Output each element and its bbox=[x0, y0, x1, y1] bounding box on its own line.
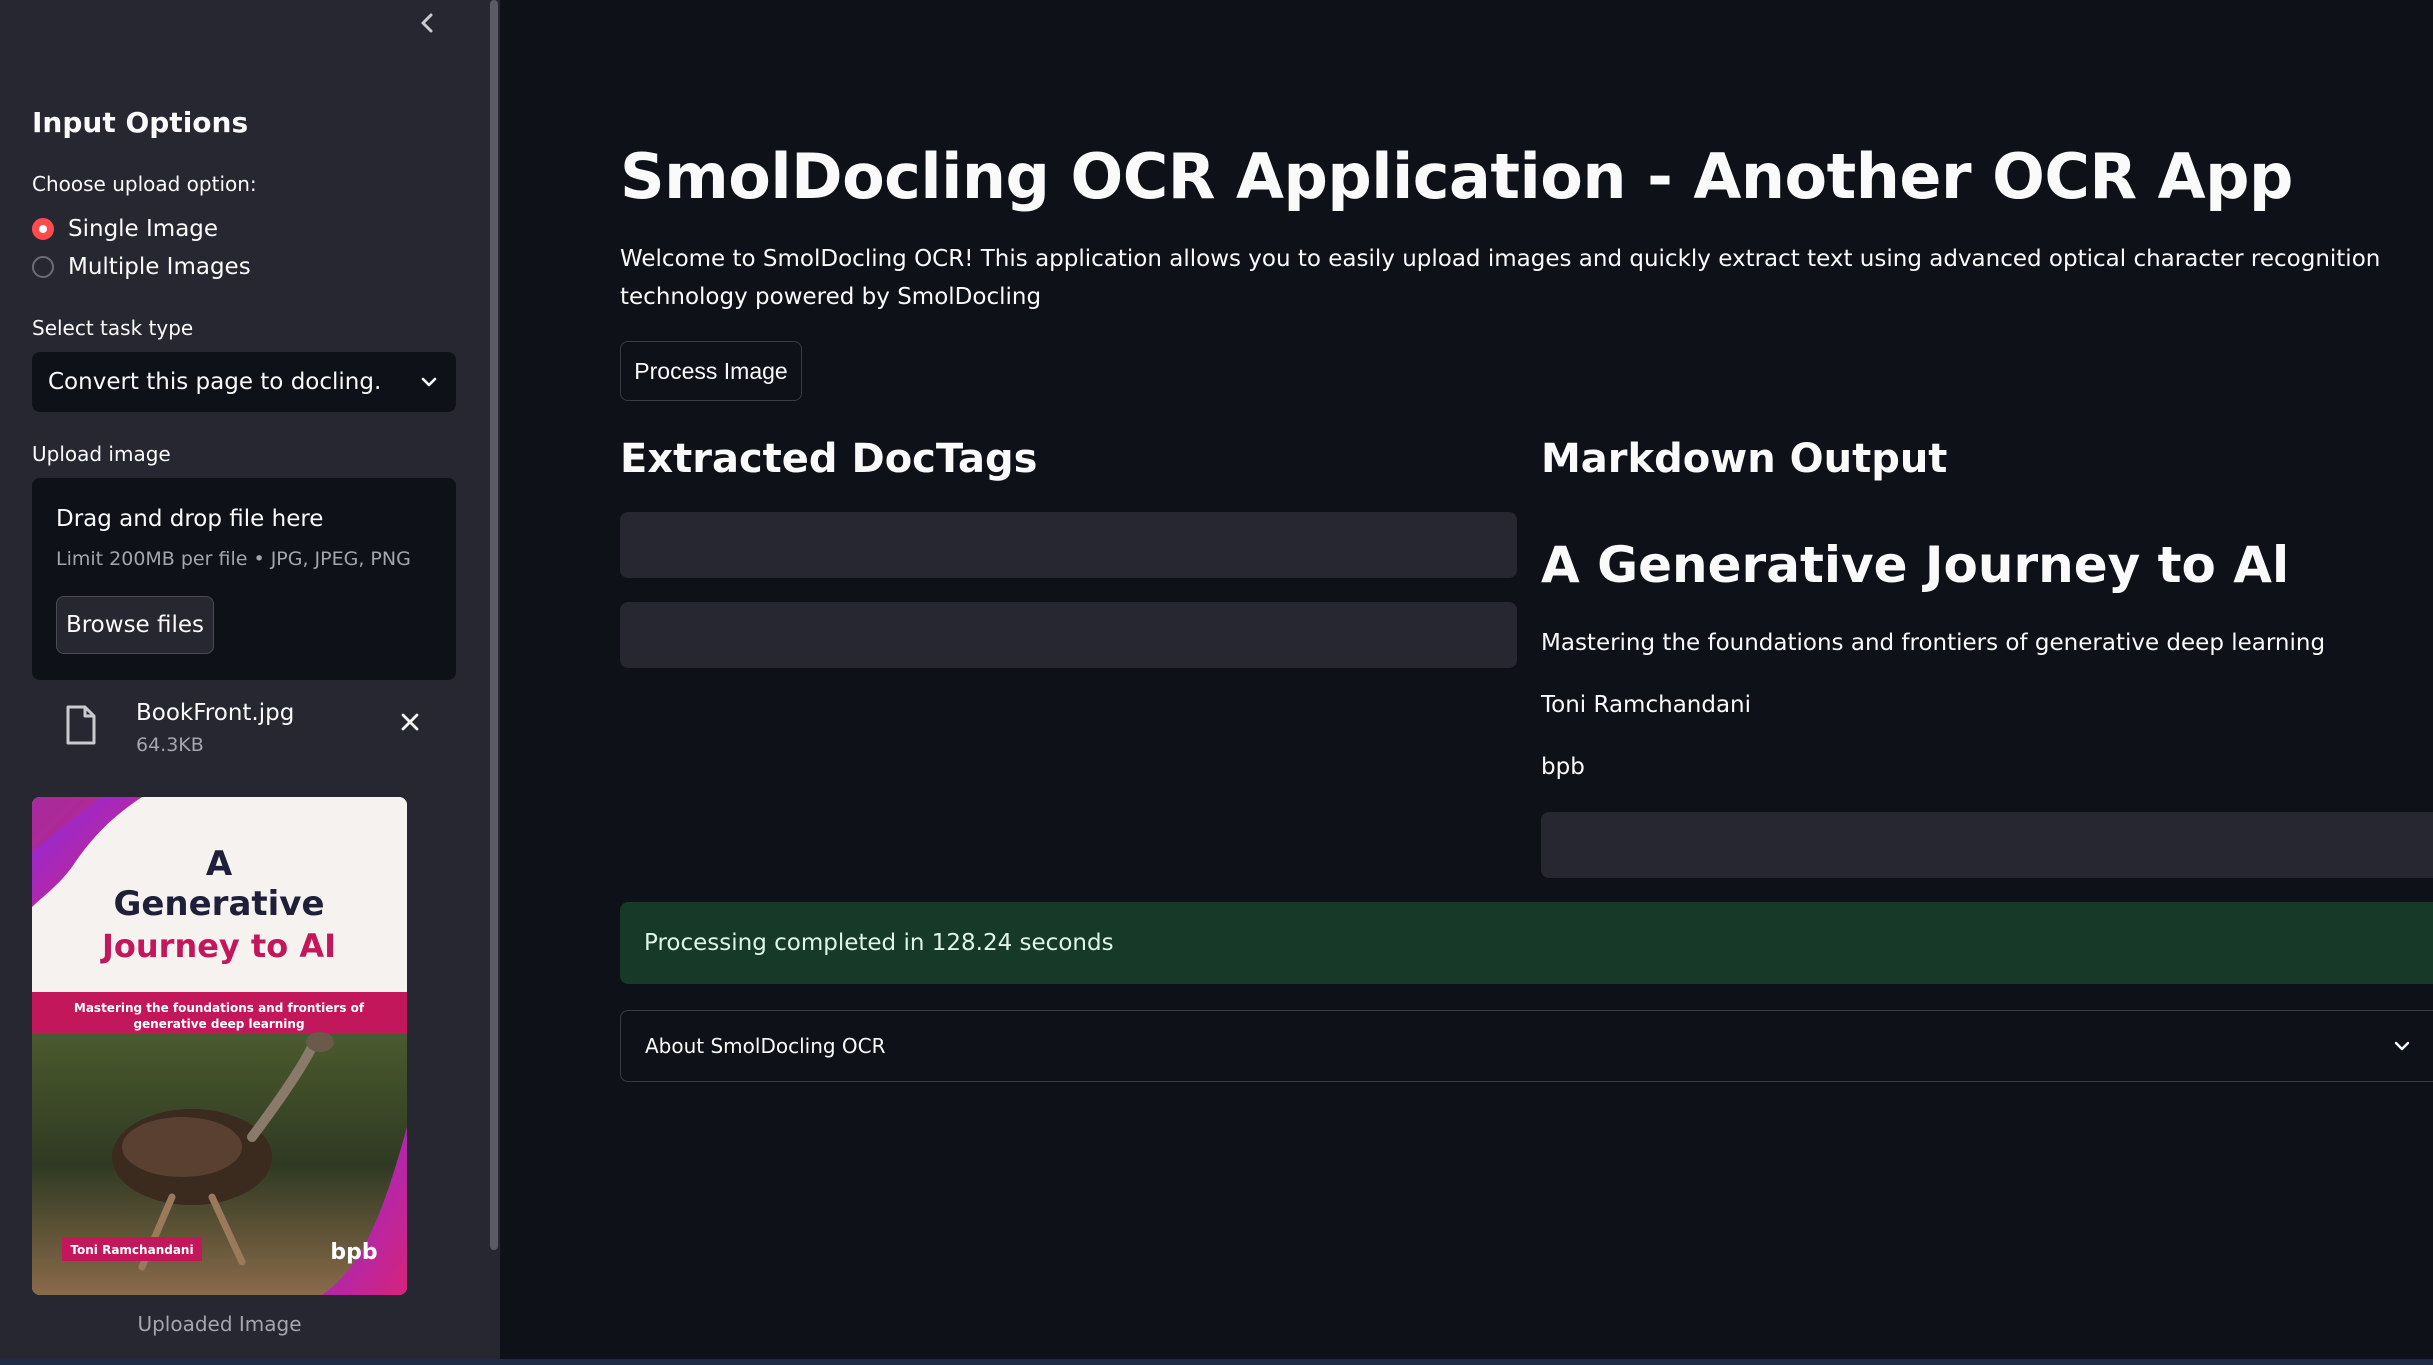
upload-option-label: Choose upload option: bbox=[32, 172, 257, 196]
markdown-paragraph: bpb bbox=[1541, 754, 1585, 780]
success-message: Processing completed in 128.24 seconds bbox=[644, 930, 1114, 956]
radio-unchecked-icon bbox=[32, 256, 54, 278]
uploaded-book-image: A Generative Journey to AI Mastering the… bbox=[32, 797, 407, 1295]
upload-image-label: Upload image bbox=[32, 442, 171, 466]
task-type-value: Convert this page to docling. bbox=[48, 369, 382, 395]
radio-single-image[interactable]: Single Image bbox=[32, 216, 218, 242]
radio-label: Single Image bbox=[68, 216, 219, 242]
chevron-down-icon bbox=[2394, 1041, 2410, 1051]
book-publisher: bpb bbox=[330, 1240, 377, 1265]
sidebar: Input Options Choose upload option: Sing… bbox=[0, 0, 500, 1365]
markdown-paragraph: Mastering the foundations and frontiers … bbox=[1541, 630, 2326, 656]
book-title-line1: A bbox=[206, 844, 233, 884]
page-title: SmolDocling OCR Application - Another OC… bbox=[620, 140, 2293, 213]
doctags-heading: Extracted DocTags bbox=[620, 436, 1038, 482]
collapse-sidebar-button[interactable] bbox=[412, 6, 442, 40]
markdown-heading: Markdown Output bbox=[1541, 436, 1948, 482]
markdown-paragraph: Toni Ramchandani bbox=[1541, 692, 1752, 718]
file-name: BookFront.jpg bbox=[136, 700, 295, 726]
process-image-button[interactable]: Process Image bbox=[620, 341, 802, 401]
book-title-line3: Journey to AI bbox=[100, 927, 336, 965]
success-alert: Processing completed in 128.24 seconds bbox=[620, 902, 2433, 984]
file-dropzone[interactable]: Drag and drop file here Limit 200MB per … bbox=[32, 478, 456, 680]
svg-text:Mastering the foundations and: Mastering the foundations and frontiers … bbox=[74, 1001, 365, 1015]
sidebar-title: Input Options bbox=[32, 106, 249, 139]
file-icon bbox=[66, 705, 96, 745]
bottom-border bbox=[0, 1359, 2433, 1365]
task-type-select[interactable]: Convert this page to docling. bbox=[32, 352, 456, 412]
book-cover-image: A Generative Journey to AI Mastering the… bbox=[32, 797, 407, 1295]
chevron-left-icon bbox=[421, 13, 433, 33]
book-title-line2: Generative bbox=[113, 884, 324, 924]
dropzone-title: Drag and drop file here bbox=[56, 506, 324, 532]
book-author: Toni Ramchandani bbox=[70, 1243, 193, 1257]
radio-checked-icon bbox=[32, 218, 54, 240]
radio-label: Multiple Images bbox=[68, 254, 251, 280]
sidebar-scrollbar[interactable] bbox=[490, 0, 498, 1250]
chevron-down-icon bbox=[421, 377, 437, 387]
svg-text:generative deep learning: generative deep learning bbox=[133, 1017, 304, 1031]
doctags-code-block bbox=[620, 602, 1517, 668]
task-type-label: Select task type bbox=[32, 316, 194, 340]
markdown-code-block bbox=[1541, 812, 2433, 878]
markdown-title: A Generative Journey to Al bbox=[1541, 536, 2290, 594]
doctags-code-block bbox=[620, 512, 1517, 578]
dropzone-limit: Limit 200MB per file • JPG, JPEG, PNG bbox=[56, 548, 411, 570]
welcome-text: Welcome to SmolDocling OCR! This applica… bbox=[620, 246, 2381, 310]
file-size: 64.3KB bbox=[136, 734, 204, 756]
radio-multiple-images[interactable]: Multiple Images bbox=[32, 254, 251, 280]
about-expander[interactable]: About SmolDocling OCR bbox=[620, 1010, 2433, 1082]
image-caption: Uploaded Image bbox=[137, 1312, 302, 1336]
expander-label: About SmolDocling OCR bbox=[645, 1034, 886, 1058]
close-icon[interactable] bbox=[398, 710, 422, 734]
uploaded-file-row: BookFront.jpg 64.3KB bbox=[32, 690, 456, 770]
browse-files-button[interactable]: Browse files bbox=[56, 596, 214, 654]
